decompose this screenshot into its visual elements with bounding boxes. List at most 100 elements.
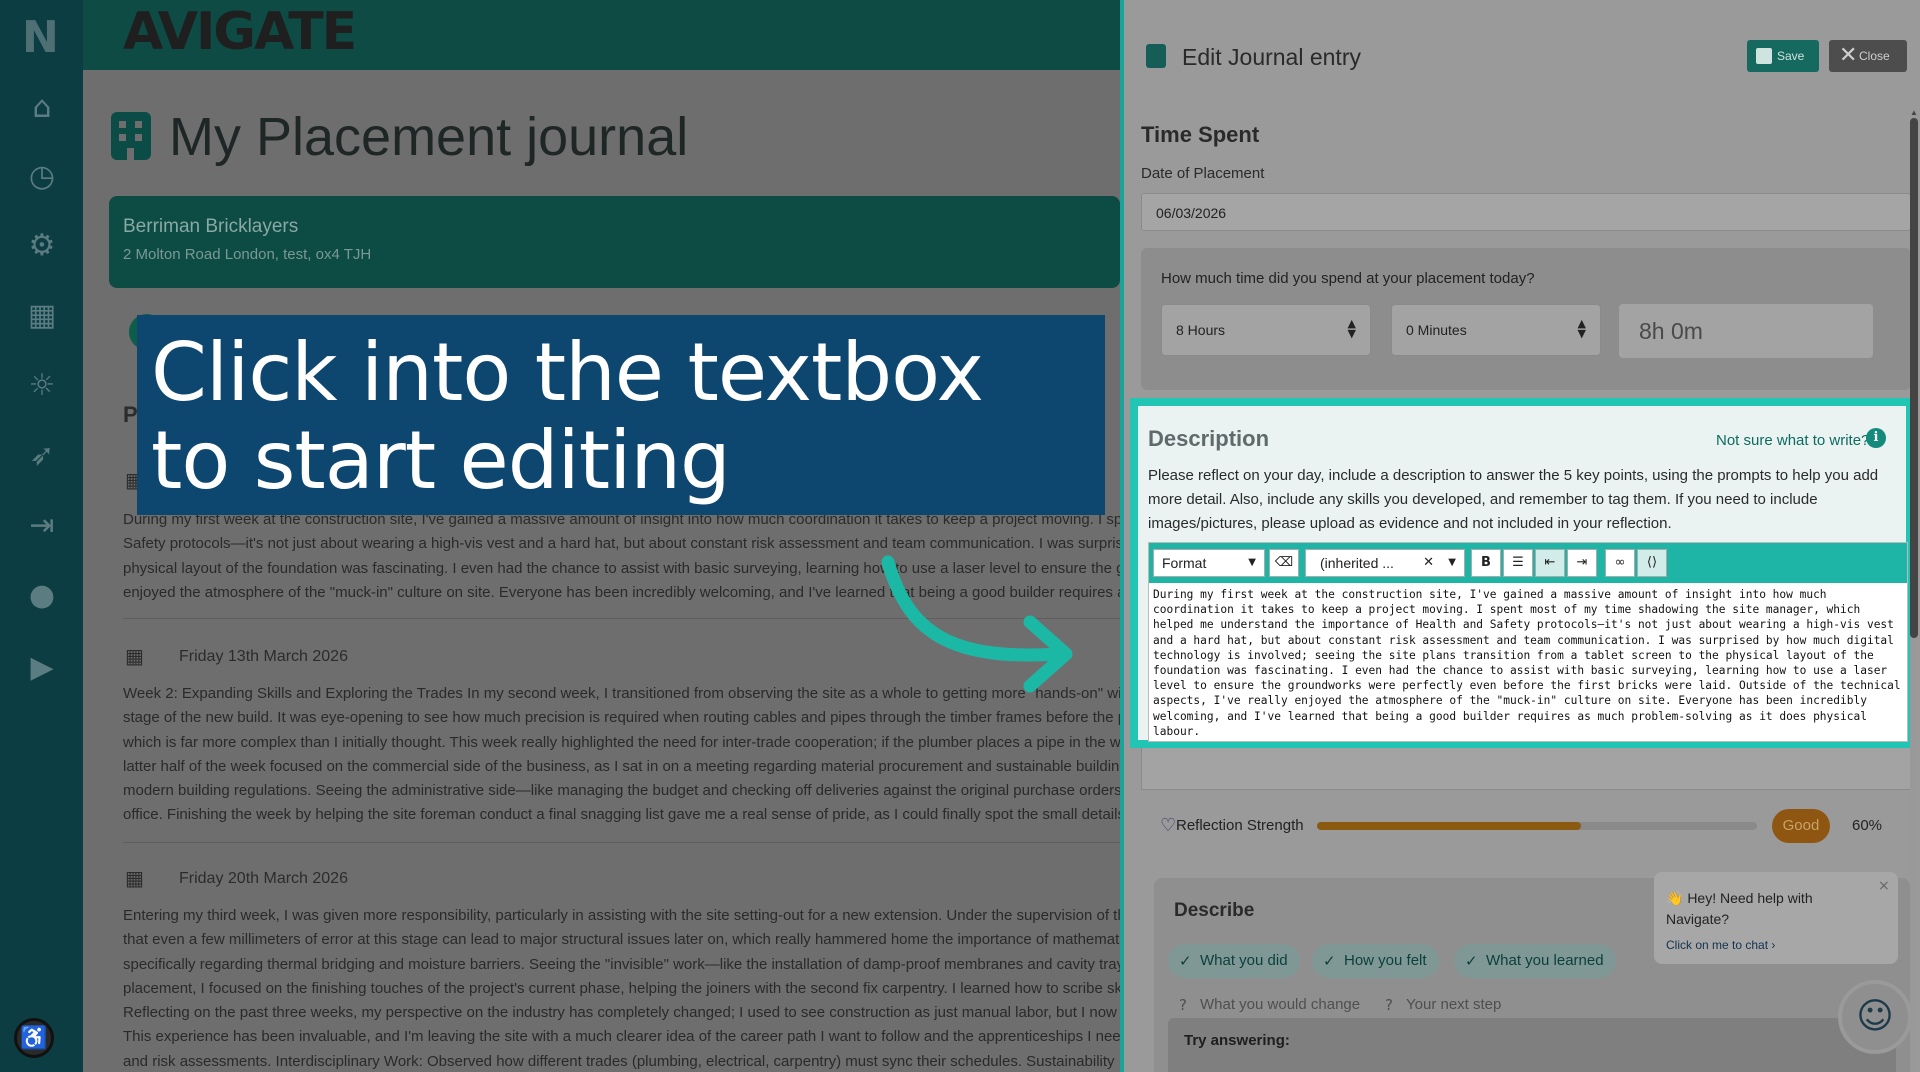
entry-line: Entering my third week, I was given more…: [123, 907, 1120, 924]
description-instructions: Please reflect on your day, include a de…: [1148, 467, 1879, 532]
entry-line: placement, I focused on the finishing to…: [123, 979, 1120, 997]
reflection-strength-fill: [1317, 822, 1581, 830]
side-nav: N ⌂ ◷ ⚙ ▦ ☼ ➶ ⇥ ● ▶ ♿: [0, 0, 83, 1072]
description-editor[interactable]: Format ▼ ⌫ (inherited ... ✕ ▼ B ☰ ⇤ ⇥ ∞ …: [1148, 542, 1908, 742]
edit-journal-panel: Edit Journal entry Save ✕ Close Time Spe…: [1120, 0, 1920, 1072]
updown-icon: ▲ ▼: [1347, 317, 1356, 340]
date-of-placement-input[interactable]: 06/03/2026: [1141, 193, 1911, 231]
entry-line: modern building regulations. Seeing the …: [123, 782, 1120, 800]
entry-date: Friday 13th March 2026: [179, 648, 348, 665]
close-button[interactable]: ✕ Close: [1829, 40, 1907, 72]
hours-value: 8 Hours: [1176, 322, 1226, 338]
reflection-percent: 60%: [1852, 817, 1883, 834]
font-label: (inherited ...: [1320, 555, 1394, 571]
font-dropdown[interactable]: (inherited ... ✕ ▼: [1305, 549, 1465, 577]
save-button[interactable]: Save: [1747, 40, 1819, 72]
entry-line: latter half of the week focused on the c…: [123, 757, 1120, 775]
accessibility-icon[interactable]: ♿: [14, 1018, 54, 1058]
link-icon[interactable]: ∞: [1605, 549, 1635, 577]
source-code-icon[interactable]: ⟨⟩: [1637, 549, 1667, 577]
entry-line: This experience has been invaluable, and…: [123, 1028, 1120, 1046]
calendar-icon: ▦: [125, 644, 144, 668]
chip-what-you-did[interactable]: ✓ What you did: [1168, 944, 1300, 978]
scroll-thumb[interactable]: [1910, 118, 1918, 638]
close-label: Close: [1859, 49, 1890, 63]
reflection-badge: Good: [1772, 809, 1830, 843]
top-bar: AVIGATE: [83, 0, 1120, 70]
calendar-icon: ▦: [125, 866, 144, 890]
signpost-icon[interactable]: ⇥: [20, 506, 64, 546]
minutes-value: 0 Minutes: [1406, 322, 1467, 338]
chip-what-you-learned[interactable]: ✓ What you learned: [1454, 944, 1616, 978]
callout-line-2: to start editing: [151, 414, 731, 507]
chat-bot-avatar-icon[interactable]: ☺: [1838, 980, 1912, 1054]
tutorial-callout: Click into the textbox to start editing: [137, 315, 1105, 515]
lightbulb-icon[interactable]: ☼: [20, 366, 64, 406]
chip-how-you-felt[interactable]: ✓ How you felt: [1312, 944, 1439, 978]
format-dropdown[interactable]: Format ▼: [1153, 549, 1265, 577]
scrollbar[interactable]: ▲: [1910, 108, 1918, 1072]
chip-what-you-would-change[interactable]: ? What you would change: [1168, 988, 1372, 1022]
building-icon: [1146, 44, 1166, 68]
minutes-select[interactable]: 0 Minutes ▲ ▼: [1391, 304, 1601, 356]
check-icon: ✓: [1179, 952, 1192, 970]
editor-content[interactable]: During my first week at the construction…: [1153, 587, 1903, 739]
brand-wordmark: AVIGATE: [123, 2, 357, 62]
page-title: My Placement journal: [169, 107, 689, 167]
home-icon[interactable]: ⌂: [20, 88, 64, 128]
date-label: Date of Placement: [1141, 165, 1265, 182]
rocket-icon[interactable]: ➶: [20, 436, 64, 476]
chat-message: 👋 Hey! Need help with Navigate?: [1666, 890, 1813, 927]
user-icon[interactable]: ●: [20, 576, 64, 616]
divider: [123, 842, 1120, 843]
indent-icon[interactable]: ⇥: [1567, 549, 1597, 577]
entry-line: that even a few millimeters of error at …: [123, 931, 1120, 949]
clear-format-icon[interactable]: ⌫: [1269, 549, 1299, 577]
bold-button[interactable]: B: [1471, 549, 1501, 577]
navigate-logo-icon[interactable]: N: [22, 12, 62, 63]
journal-entry[interactable]: Week 2: Expanding Skills and Exploring t…: [123, 682, 1120, 828]
lightbulb-icon: ♡: [1160, 815, 1177, 836]
gears-icon[interactable]: ⚙: [20, 226, 64, 266]
save-label: Save: [1777, 49, 1805, 63]
play-icon[interactable]: ▶: [20, 648, 64, 688]
building-icon[interactable]: ▦: [20, 296, 64, 336]
journal-entry[interactable]: Entering my third week, I was given more…: [123, 904, 1120, 1072]
close-icon[interactable]: ×: [1878, 878, 1890, 894]
chat-popup[interactable]: 👋 Hey! Need help with Navigate? Click on…: [1654, 872, 1898, 964]
description-section: Description Not sure what to write? i Pl…: [1130, 398, 1914, 748]
outdent-icon[interactable]: ⇤: [1535, 549, 1565, 577]
format-label: Format: [1162, 555, 1207, 571]
chevron-down-icon: ▼: [1448, 557, 1456, 568]
scroll-up-icon[interactable]: ▲: [1910, 108, 1918, 117]
chat-link[interactable]: Click on me to chat ›: [1666, 938, 1775, 952]
callout-line-1: Click into the textbox: [151, 326, 984, 419]
question-icon: ?: [1179, 996, 1187, 1014]
time-question: How much time did you spend at your plac…: [1161, 270, 1535, 287]
entry-line: stage of the new build. It was eye-openi…: [123, 709, 1120, 727]
building-icon: [111, 112, 151, 160]
entry-line: specifically regarding thermal bridging …: [123, 955, 1120, 973]
chip-label: How you felt: [1344, 952, 1427, 969]
placement-address: 2 Molton Road London, test, ox4 TJH: [123, 246, 372, 263]
updown-icon: ▲ ▼: [1577, 317, 1586, 340]
chip-label: What you did: [1200, 952, 1288, 969]
editor-footer: [1141, 748, 1911, 790]
not-sure-link[interactable]: Not sure what to write?: [1716, 432, 1869, 449]
reflection-strength-label: Reflection Strength: [1176, 817, 1304, 834]
total-time: 8h 0m: [1619, 304, 1873, 358]
hours-select[interactable]: 8 Hours ▲ ▼: [1161, 304, 1371, 356]
panel-title: Edit Journal entry: [1182, 44, 1361, 70]
entry-line: and risk assessments. Interdisciplinary …: [123, 1052, 1115, 1070]
clear-icon[interactable]: ✕: [1423, 550, 1434, 576]
placement-card[interactable]: Berriman Bricklayers 2 Molton Road Londo…: [109, 196, 1120, 288]
entry-line: which is far more complex than I initial…: [123, 733, 1120, 751]
callout-text: Click into the textbox to start editing: [151, 326, 984, 507]
check-icon: ✓: [1465, 952, 1478, 970]
bullet-list-icon[interactable]: ☰: [1503, 549, 1533, 577]
entry-line: office. Finishing the week by helping th…: [123, 806, 1120, 824]
info-icon[interactable]: i: [1866, 428, 1886, 448]
clock-icon[interactable]: ◷: [20, 157, 64, 197]
chip-your-next-step[interactable]: ? Your next step: [1374, 988, 1513, 1022]
try-answering-box: Try answering:: [1168, 1018, 1896, 1072]
